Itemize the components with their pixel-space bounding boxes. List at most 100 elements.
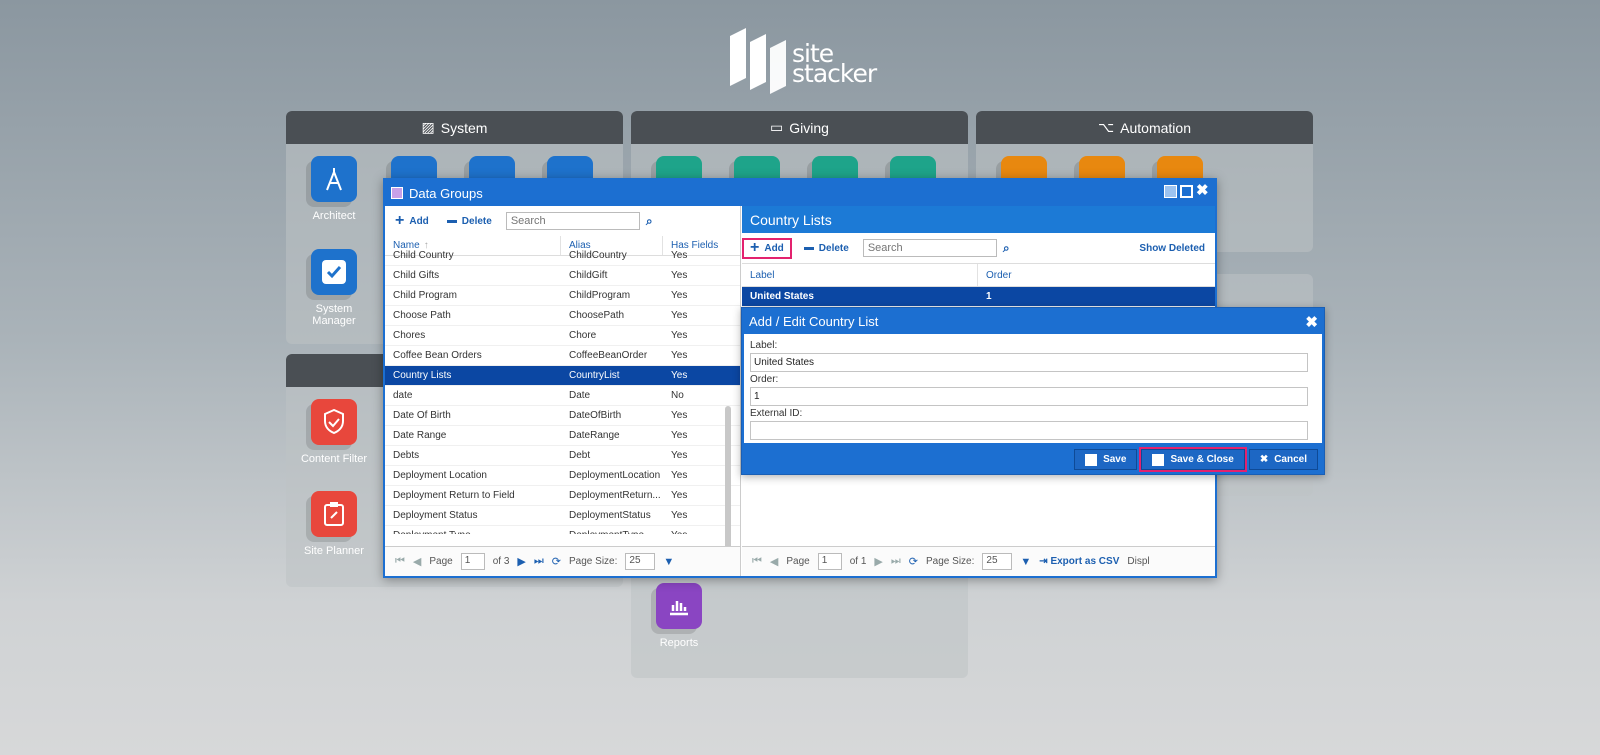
delete-button[interactable]: Delete (443, 213, 496, 230)
reports-tile[interactable]: Reports (644, 583, 714, 649)
table-row[interactable]: Date Of Birth DateOfBirth Yes (385, 406, 740, 426)
table-cell: DeploymentLocation (569, 470, 661, 481)
data-groups-list-pane: +Add Delete ⌕ Name↑ Alias Has Fields Chi… (385, 206, 741, 576)
table-cell: Chores (393, 330, 426, 341)
window-title: Data Groups (409, 185, 483, 201)
delete-country-button[interactable]: Delete (800, 240, 853, 257)
table-row[interactable]: Date Range DateRange Yes (385, 426, 740, 446)
table-cell: Choose Path (393, 310, 451, 321)
chevron-down-icon[interactable]: ▼ (663, 556, 674, 568)
country-search-input[interactable] (862, 239, 997, 257)
table-cell: DeploymentStatus (569, 510, 651, 521)
bar-chart-icon (656, 583, 702, 629)
compass-icon (311, 156, 357, 202)
table-cell: Yes (671, 350, 688, 361)
table-cell: Yes (671, 250, 688, 261)
show-deleted-link[interactable]: Show Deleted (1139, 243, 1205, 254)
architect-tile[interactable]: Architect (299, 156, 369, 222)
money-icon: ▭ (770, 119, 784, 135)
refresh-icon[interactable]: ⟳ (552, 555, 561, 568)
prev-page-icon[interactable]: ◀ (770, 555, 778, 568)
table-cell: Yes (671, 430, 688, 441)
table-cell: Yes (671, 490, 688, 501)
site-planner-tile[interactable]: Site Planner (299, 491, 369, 557)
first-page-icon[interactable]: ⏮ (395, 555, 405, 568)
content-filter-tile[interactable]: Content Filter (299, 399, 369, 465)
table-row[interactable]: Deployment TypeDeploymentTypeYes (385, 526, 740, 534)
table-cell: Deployment Location (393, 470, 487, 481)
prev-page-icon[interactable]: ◀ (413, 555, 421, 568)
save-close-button[interactable]: Save & Close (1139, 447, 1247, 472)
add-country-button[interactable]: + Add (742, 237, 792, 259)
last-page-icon[interactable]: ⏭ (891, 555, 901, 568)
search-icon[interactable]: ⌕ (646, 214, 653, 229)
add-edit-country-dialog: Add / Edit Country List ✖ Label: United … (741, 307, 1325, 475)
search-icon[interactable]: ⌕ (1003, 241, 1010, 256)
table-cell: Debts (393, 450, 420, 461)
save-button[interactable]: Save (1074, 449, 1138, 470)
maximize-icon[interactable] (1180, 185, 1193, 198)
table-cell: Deployment Type (385, 530, 561, 534)
label-field[interactable]: United States (750, 353, 1308, 372)
table-row[interactable]: Deployment Location DeploymentLocation Yes (385, 466, 740, 486)
dialog-close-icon[interactable]: ✖ (1305, 313, 1318, 331)
column-label[interactable]: Label (742, 264, 978, 286)
column-order[interactable]: Order (978, 264, 1012, 286)
last-page-icon[interactable]: ⏭ (534, 555, 544, 568)
table-cell: DeploymentType (561, 530, 663, 534)
cancel-icon: ✖ (1259, 454, 1269, 465)
window-titlebar[interactable]: Data Groups (385, 180, 1215, 206)
order-field[interactable]: 1 (750, 387, 1308, 406)
table-row[interactable]: Chores Chore Yes (385, 326, 740, 346)
dialog-title: Add / Edit Country List (749, 313, 879, 329)
table-cell: Yes (671, 370, 688, 381)
chevron-down-icon[interactable]: ▼ (1020, 556, 1031, 568)
table-row[interactable]: Child Program ChildProgram Yes (385, 286, 740, 306)
close-icon[interactable]: ✖ (1196, 183, 1209, 198)
table-cell: Yes (671, 330, 688, 341)
table-cell: ChildGift (569, 270, 608, 281)
table-row[interactable]: Deployment Return to Field DeploymentRetu… (385, 486, 740, 506)
shield-icon (311, 399, 357, 445)
table-cell: Date Range (393, 430, 447, 441)
table-cell: ChoosePath (569, 310, 625, 321)
table-cell: CountryList (569, 370, 620, 381)
table-row[interactable]: Country Lists CountryList Yes (385, 366, 740, 386)
add-button[interactable]: + Add (391, 213, 433, 230)
scrollbar[interactable] (725, 406, 731, 566)
first-page-icon[interactable]: ⏮ (752, 555, 762, 568)
table-cell: Deployment Status (393, 510, 478, 521)
data-groups-icon (391, 187, 403, 199)
table-cell: Deployment Return to Field (393, 490, 515, 501)
table-cell: Child Gifts (393, 270, 440, 281)
table-row[interactable]: Child Gifts ChildGift Yes (385, 266, 740, 286)
table-row[interactable]: United States 1 (742, 287, 1215, 307)
page-input[interactable]: 1 (817, 553, 842, 570)
next-page-icon[interactable]: ▶ (517, 555, 525, 568)
cancel-button[interactable]: ✖ Cancel (1248, 449, 1318, 470)
plus-icon: + (395, 212, 405, 229)
minus-icon (446, 219, 457, 223)
page-size-select[interactable]: 25 (982, 553, 1013, 570)
minimize-icon[interactable] (1164, 185, 1177, 198)
table-row[interactable]: Choose Path ChoosePath Yes (385, 306, 740, 326)
export-csv-button[interactable]: ⇥ Export as CSV (1039, 556, 1119, 567)
table-cell: Date Of Birth (393, 410, 451, 421)
floppy-icon (1152, 453, 1165, 466)
page-size-select[interactable]: 25 (625, 553, 656, 570)
table-row[interactable]: Debts Debt Yes (385, 446, 740, 466)
table-row[interactable]: Coffee Bean Orders CoffeeBeanOrder Yes (385, 346, 740, 366)
system-manager-tile[interactable]: System Manager (299, 249, 369, 327)
table-cell: ChildCountry (569, 250, 627, 261)
page-input[interactable]: 1 (460, 553, 485, 570)
table-row[interactable]: Deployment Status DeploymentStatus Yes (385, 506, 740, 526)
minus-icon (803, 246, 814, 250)
external-id-field[interactable] (750, 421, 1308, 440)
next-page-icon[interactable]: ▶ (874, 555, 882, 568)
table-cell: DateRange (569, 430, 620, 441)
search-input[interactable] (505, 212, 640, 230)
table-row[interactable]: date Date No (385, 386, 740, 406)
table-cell: Yes (663, 530, 733, 534)
refresh-icon[interactable]: ⟳ (909, 555, 918, 568)
giving-panel-header: ▭ Giving (631, 111, 968, 144)
